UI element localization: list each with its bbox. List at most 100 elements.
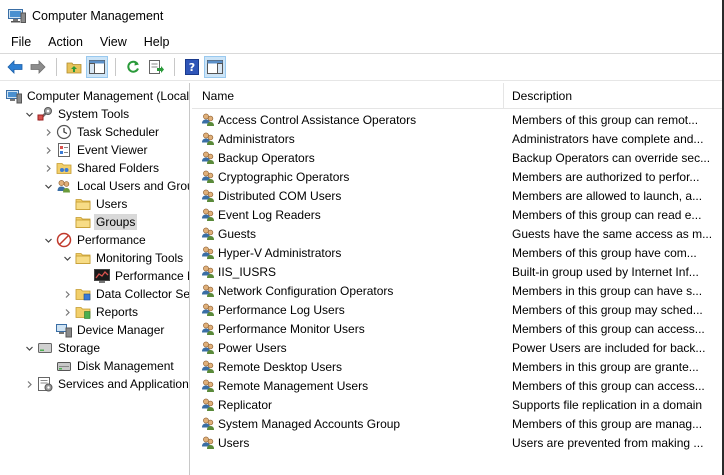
tree-item[interactable]: Event Viewer xyxy=(42,141,149,159)
tree-item[interactable]: Task Scheduler xyxy=(42,123,161,141)
group-name-cell[interactable]: Remote Desktop Users xyxy=(192,359,504,375)
group-name-cell[interactable]: Cryptographic Operators xyxy=(192,169,504,185)
tree-item[interactable]: Data Collector Sets xyxy=(61,285,190,303)
group-name-cell[interactable]: IIS_IUSRS xyxy=(192,264,504,280)
group-name-cell[interactable]: System Managed Accounts Group xyxy=(192,416,504,432)
svg-text:?: ? xyxy=(189,61,195,74)
menu-file[interactable]: File xyxy=(0,32,39,52)
chevron-right-icon[interactable] xyxy=(42,141,54,159)
group-description: Members of this group can access... xyxy=(512,378,705,393)
folder-icon xyxy=(75,196,91,212)
chevron-down-icon[interactable] xyxy=(42,177,54,195)
tree-item-label: Data Collector Sets xyxy=(96,287,190,301)
tree-item-label: Shared Folders xyxy=(77,161,160,175)
chevron-down-icon[interactable] xyxy=(61,249,73,267)
group-name-cell[interactable]: Replicator xyxy=(192,397,504,413)
table-row[interactable]: Event Log Readers Members of this group c… xyxy=(192,205,722,224)
table-row[interactable]: Hyper-V Administrators Members of this gr… xyxy=(192,243,722,262)
table-row[interactable]: Performance Monitor Users Members of this… xyxy=(192,319,722,338)
tree-item[interactable]: Computer Management (Local xyxy=(0,87,189,105)
tree-item[interactable]: Local Users and Groups xyxy=(42,177,189,195)
tree-item[interactable]: Device Manager xyxy=(42,321,166,339)
column-header-description[interactable]: Description xyxy=(504,83,722,109)
tree-item[interactable]: Monitoring Tools xyxy=(61,249,185,267)
group-icon xyxy=(200,283,216,299)
group-description: Backup Operators can override sec... xyxy=(512,150,711,165)
group-name-cell[interactable]: Network Configuration Operators xyxy=(192,283,504,299)
show-hide-tree-icon[interactable] xyxy=(86,56,108,78)
tree-item[interactable]: Groups xyxy=(61,213,138,231)
group-name-cell[interactable]: Users xyxy=(192,435,504,451)
tree-item[interactable]: Users xyxy=(61,195,129,213)
tree-item[interactable]: Performance Mo xyxy=(80,267,189,285)
console-tree[interactable]: Computer Management (Local System Tools Ta… xyxy=(0,83,190,475)
group-name-cell[interactable]: Distributed COM Users xyxy=(192,188,504,204)
tree-item[interactable]: Storage xyxy=(23,339,102,357)
table-row[interactable]: Administrators Administrators have comple… xyxy=(192,129,722,148)
chevron-right-icon[interactable] xyxy=(42,123,54,141)
refresh-icon[interactable] xyxy=(122,56,144,78)
computer-management-icon xyxy=(8,9,26,23)
back-arrow-icon[interactable] xyxy=(4,56,26,78)
group-name-cell[interactable]: Performance Monitor Users xyxy=(192,321,504,337)
table-row[interactable]: Users Users are prevented from making ... xyxy=(192,433,722,452)
group-name: Cryptographic Operators xyxy=(218,169,350,184)
group-name-cell[interactable]: Performance Log Users xyxy=(192,302,504,318)
table-row[interactable]: Access Control Assistance Operators Membe… xyxy=(192,110,722,129)
group-icon xyxy=(200,416,216,432)
group-name-cell[interactable]: Administrators xyxy=(192,131,504,147)
groups-list[interactable]: Name Description Access Control Assistan… xyxy=(192,83,722,475)
menu-view[interactable]: View xyxy=(91,32,135,52)
table-row[interactable]: Cryptographic Operators Members are autho… xyxy=(192,167,722,186)
group-icon xyxy=(200,435,216,451)
group-name-cell[interactable]: Remote Management Users xyxy=(192,378,504,394)
tree-item[interactable]: Services and Applications xyxy=(23,375,189,393)
help-icon[interactable]: ? xyxy=(181,56,203,78)
chevron-right-icon[interactable] xyxy=(42,159,54,177)
table-row[interactable]: Network Configuration Operators Members i… xyxy=(192,281,722,300)
export-list-icon[interactable] xyxy=(145,56,167,78)
table-row[interactable]: IIS_IUSRS Built-in group used by Internet… xyxy=(192,262,722,281)
tree-item-label: Device Manager xyxy=(77,323,165,337)
group-name-cell[interactable]: Access Control Assistance Operators xyxy=(192,112,504,128)
table-row[interactable]: Backup Operators Backup Operators can ove… xyxy=(192,148,722,167)
list-header: Name Description xyxy=(192,83,722,109)
tree-item-label: Task Scheduler xyxy=(77,125,160,139)
chevron-down-icon[interactable] xyxy=(23,339,35,357)
group-icon xyxy=(200,188,216,204)
table-row[interactable]: System Managed Accounts Group Members of … xyxy=(192,414,722,433)
table-row[interactable]: Guests Guests have the same access as m..… xyxy=(192,224,722,243)
group-name-cell[interactable]: Backup Operators xyxy=(192,150,504,166)
tree-item[interactable]: Shared Folders xyxy=(42,159,161,177)
chevron-right-icon[interactable] xyxy=(61,303,73,321)
table-row[interactable]: Power Users Power Users are included for … xyxy=(192,338,722,357)
table-row[interactable]: Performance Log Users Members of this gro… xyxy=(192,300,722,319)
forward-arrow-icon[interactable] xyxy=(27,56,49,78)
chevron-down-icon[interactable] xyxy=(23,105,35,123)
group-icon xyxy=(200,302,216,318)
group-icon xyxy=(200,397,216,413)
menu-action[interactable]: Action xyxy=(39,32,91,52)
table-row[interactable]: Distributed COM Users Members are allowed… xyxy=(192,186,722,205)
menu-help[interactable]: Help xyxy=(135,32,178,52)
chevron-down-icon[interactable] xyxy=(42,231,54,249)
table-row[interactable]: Remote Desktop Users Members in this grou… xyxy=(192,357,722,376)
table-row[interactable]: Remote Management Users Members of this g… xyxy=(192,376,722,395)
up-folder-icon[interactable] xyxy=(63,56,85,78)
column-header-name[interactable]: Name xyxy=(192,83,504,109)
group-name-cell[interactable]: Guests xyxy=(192,226,504,242)
tree-item[interactable]: Reports xyxy=(61,303,140,321)
show-hide-action-pane-icon[interactable] xyxy=(204,56,226,78)
tree-item[interactable]: Performance xyxy=(42,231,148,249)
group-name-cell[interactable]: Event Log Readers xyxy=(192,207,504,223)
chevron-right-icon[interactable] xyxy=(61,285,73,303)
tree-item[interactable]: Disk Management xyxy=(42,357,176,375)
computer-management-icon xyxy=(6,88,22,104)
group-description: Guests have the same access as m... xyxy=(512,226,713,241)
group-icon xyxy=(200,264,216,280)
table-row[interactable]: Replicator Supports file replication in a… xyxy=(192,395,722,414)
group-name-cell[interactable]: Hyper-V Administrators xyxy=(192,245,504,261)
group-name-cell[interactable]: Power Users xyxy=(192,340,504,356)
tree-item[interactable]: System Tools xyxy=(23,105,131,123)
chevron-right-icon[interactable] xyxy=(23,375,35,393)
